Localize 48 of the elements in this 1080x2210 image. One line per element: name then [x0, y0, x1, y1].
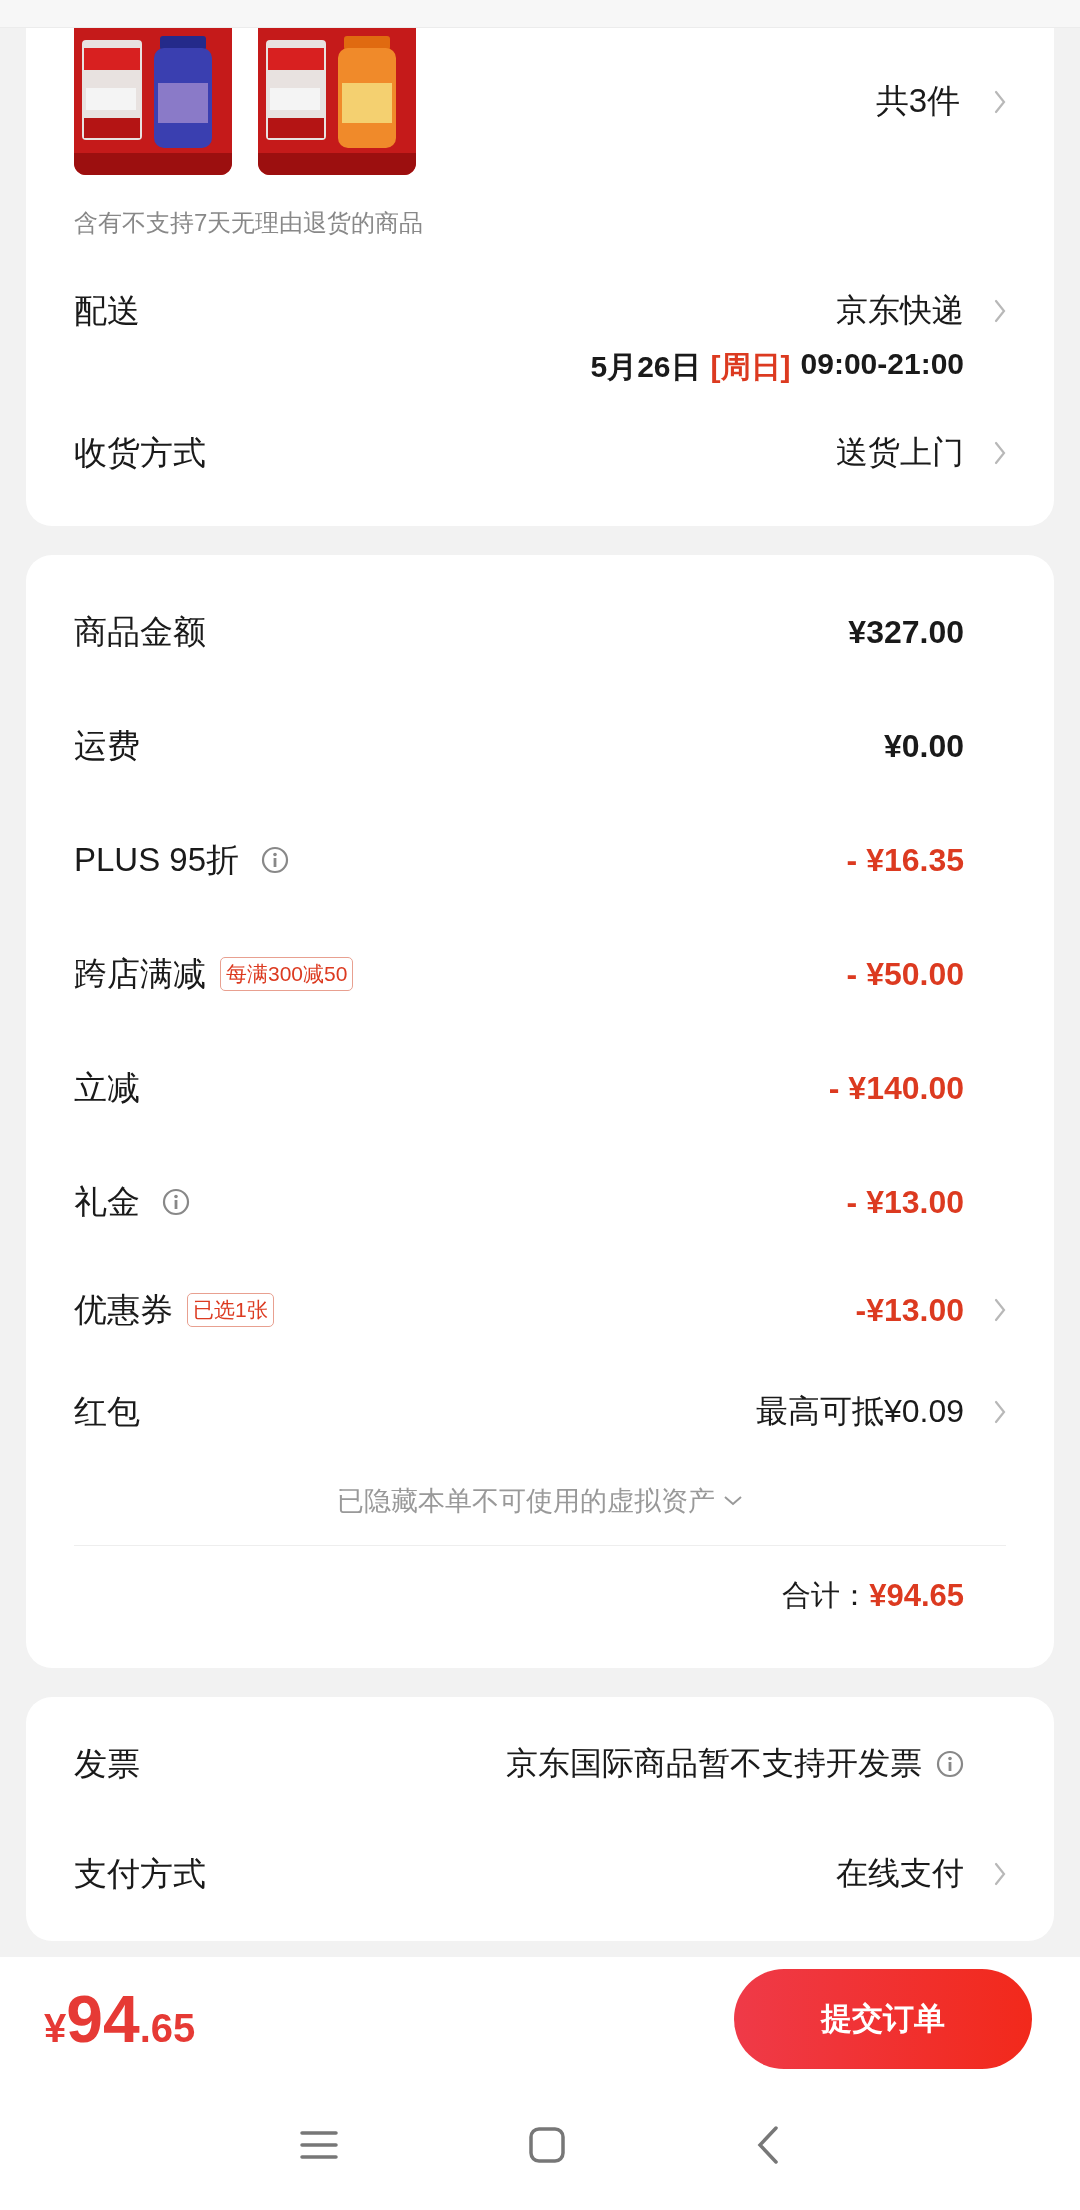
promo-tag: 已选1张	[187, 1293, 274, 1327]
row-value: - ¥16.35	[846, 841, 964, 879]
row-label: 优惠券	[74, 1289, 173, 1330]
row-label: 跨店满减	[74, 953, 206, 994]
return-notice: 含有不支持7天无理由退货的商品	[74, 208, 425, 238]
row-label: 红包	[74, 1391, 140, 1432]
row-value: ¥327.00	[848, 613, 964, 651]
submit-order-button[interactable]: 提交订单	[734, 1968, 1032, 2069]
row-label: 运费	[74, 725, 140, 766]
row-label: 收货方式	[74, 432, 206, 473]
chevron-right-icon	[994, 1400, 1006, 1424]
row-label: 礼金	[74, 1181, 140, 1222]
delivery-date: 5月26日	[590, 349, 701, 385]
row-value: - ¥50.00	[846, 955, 964, 993]
back-icon[interactable]	[756, 2125, 780, 2165]
row-label: 立减	[74, 1067, 140, 1108]
row-value[interactable]: 最高可抵¥0.09	[755, 1390, 964, 1434]
home-square-icon[interactable]	[528, 2126, 566, 2164]
total-label: 合计：	[782, 1578, 870, 1613]
total-value: ¥94.65	[869, 1578, 964, 1614]
row-value[interactable]: 送货上门	[836, 431, 964, 475]
chevron-right-icon	[994, 441, 1006, 465]
row-value: - ¥140.00	[828, 1069, 964, 1107]
row-value[interactable]: -¥13.00	[855, 1291, 964, 1329]
row-value[interactable]: 京东快递	[836, 289, 964, 333]
chevron-down-icon	[723, 1495, 743, 1507]
chevron-right-icon	[994, 89, 1006, 114]
row-label: 商品金额	[74, 611, 206, 652]
info-icon[interactable]	[162, 1188, 190, 1216]
chevron-right-icon	[994, 299, 1006, 323]
row-label: 发票	[74, 1743, 140, 1784]
row-label: 配送	[74, 290, 140, 331]
info-icon[interactable]	[261, 846, 290, 874]
row-value: 京东国际商品暂不支持开发票	[506, 1744, 922, 1783]
row-value: ¥0.00	[883, 727, 964, 765]
chevron-right-icon	[994, 1298, 1006, 1322]
row-label: 支付方式	[74, 1853, 206, 1894]
info-icon[interactable]	[936, 1750, 964, 1778]
menu-icon[interactable]	[300, 2130, 338, 2160]
total-price: ¥94.65	[44, 1980, 196, 2057]
row-label: PLUS 95折	[74, 839, 240, 880]
row-value: - ¥13.00	[846, 1183, 964, 1221]
delivery-weekday: [周日]	[710, 349, 791, 385]
promo-tag: 每满300减50	[220, 957, 354, 991]
item-count[interactable]: 共3件	[875, 79, 960, 124]
delivery-time: 09:00-21:00	[800, 347, 964, 382]
row-value[interactable]: 在线支付	[836, 1852, 964, 1896]
chevron-right-icon	[994, 1862, 1006, 1886]
